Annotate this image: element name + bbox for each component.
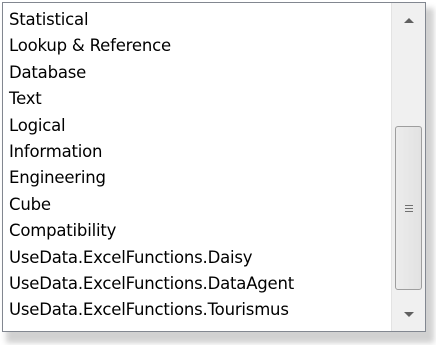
grip-icon (404, 204, 413, 212)
function-category-listbox[interactable]: Statistical Lookup & Reference Database … (2, 2, 426, 332)
list-item-information[interactable]: Information (9, 139, 389, 165)
list-item-logical[interactable]: Logical (9, 113, 389, 139)
scroll-up-button[interactable] (392, 3, 425, 37)
list-item-statistical[interactable]: Statistical (9, 7, 389, 33)
list-item-database[interactable]: Database (9, 60, 389, 86)
list-item-dataagent[interactable]: UseData.ExcelFunctions.DataAgent (9, 271, 389, 297)
vertical-scrollbar[interactable] (391, 3, 425, 331)
chevron-up-icon (403, 17, 414, 23)
list-item-tourismus[interactable]: UseData.ExcelFunctions.Tourismus (9, 297, 389, 323)
list-item-text[interactable]: Text (9, 86, 389, 112)
list-item-daisy[interactable]: UseData.ExcelFunctions.Daisy (9, 245, 389, 271)
scroll-down-button[interactable] (392, 297, 425, 331)
list-item-compatibility[interactable]: Compatibility (9, 218, 389, 244)
chevron-down-icon (403, 311, 414, 317)
scrollbar-thumb[interactable] (395, 126, 422, 290)
list-item-lookup-reference[interactable]: Lookup & Reference (9, 33, 389, 59)
list-item-cube[interactable]: Cube (9, 192, 389, 218)
list-item-engineering[interactable]: Engineering (9, 165, 389, 191)
category-list: Statistical Lookup & Reference Database … (9, 7, 389, 324)
